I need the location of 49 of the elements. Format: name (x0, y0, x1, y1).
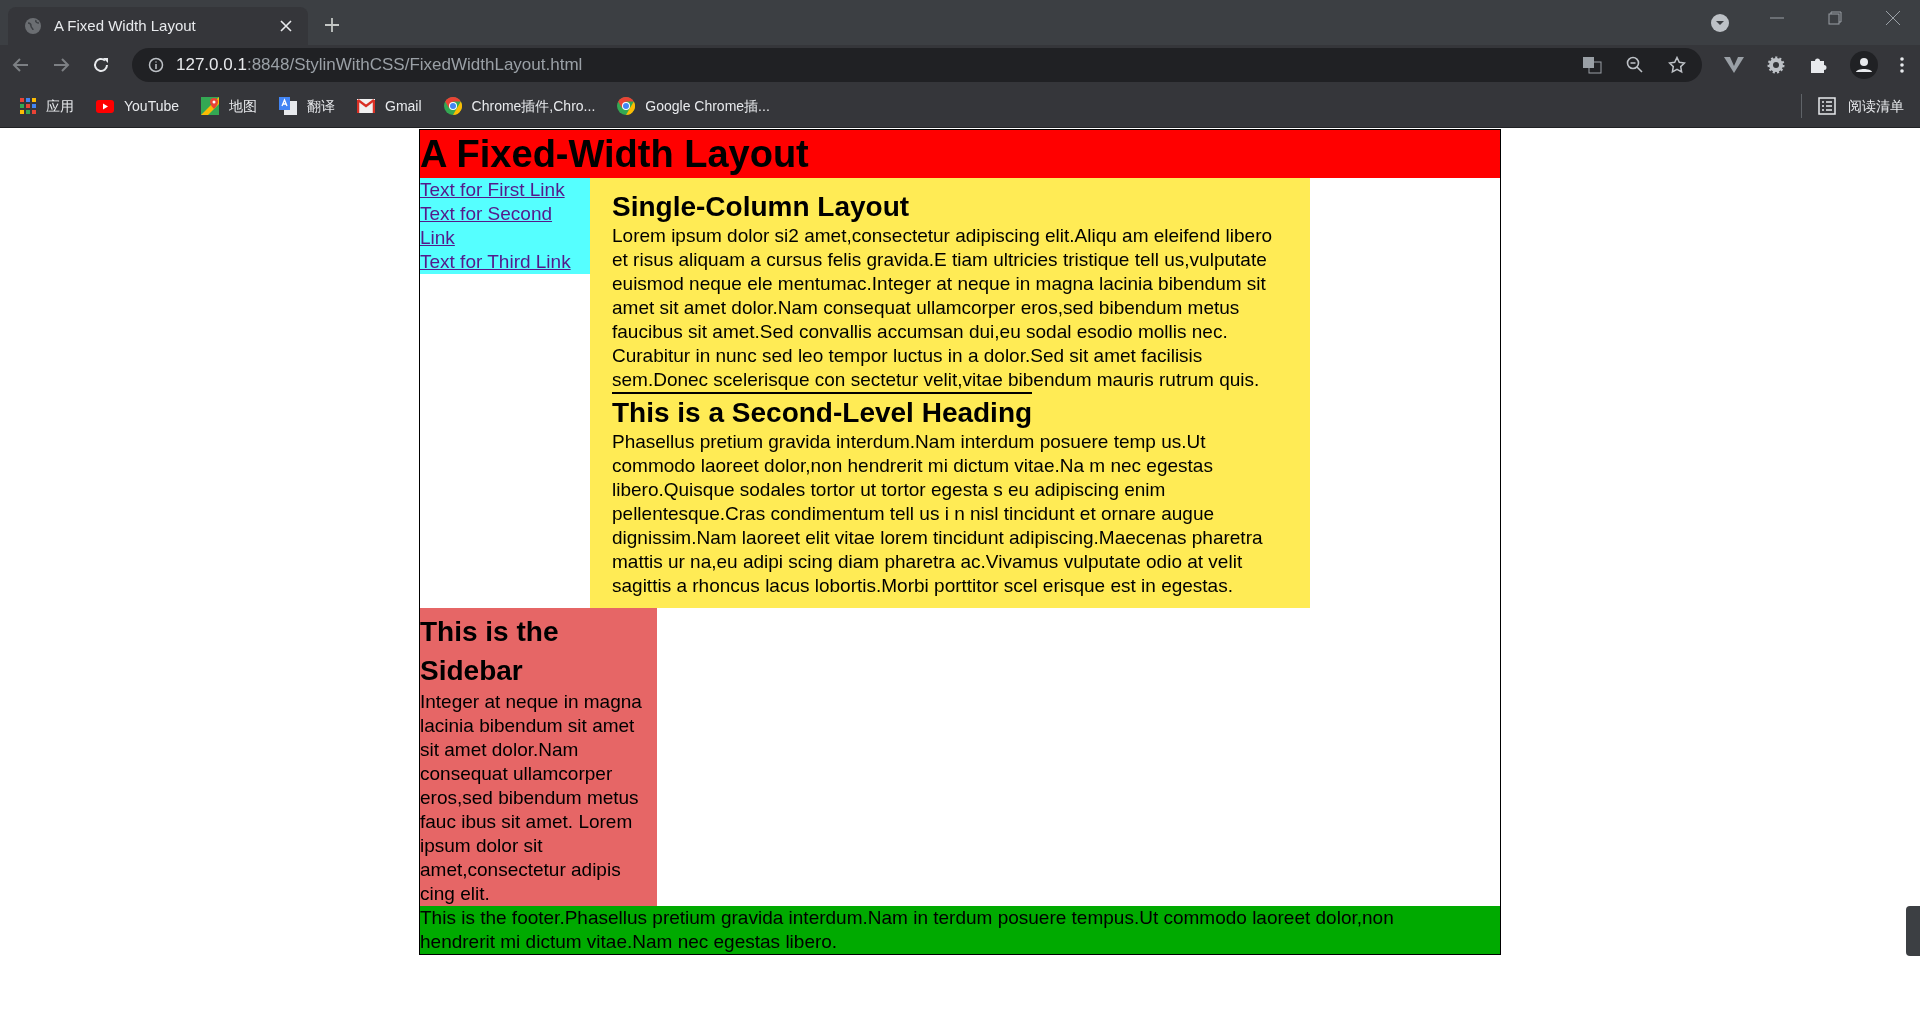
new-tab-icon[interactable] (324, 17, 340, 33)
translate-icon[interactable] (1582, 56, 1602, 74)
bookmark[interactable]: Gmail (357, 95, 422, 117)
nav-link[interactable]: Text for Second Link (420, 202, 590, 250)
apps-grid-icon (20, 98, 36, 114)
nav-link[interactable]: Text for Third Link (420, 250, 590, 274)
globe-icon (24, 17, 42, 35)
chrome-icon (617, 97, 636, 115)
page-header: A Fixed-Width Layout (420, 130, 1500, 178)
translate-icon (279, 97, 297, 115)
nav-link[interactable]: Text for First Link (420, 178, 590, 202)
paragraph: Phasellus pretium gravida interdum.Nam interdum posuere temp us.Ut commodo laoreet dolor,non hendrerit mi dictum vitae.Na m nec egestas libero.Quisque sodales tortor ut tortor egesta s eu adipiscing enim pellentesque.Cras condimentum tell us i n nisl tincidunt et ornare augue dignissim.Nam laoreet elit vitae lorem tincidunt adipiscing.Maecenas pharetra mattis ur na,eu adipi scing diam pharetra ac.Vivamus vulputate odio at velit sagittis a rhoncus lacus lobortis.Morbi porttitor scel erisque est in egestas. (612, 430, 1264, 598)
menu-icon[interactable] (1900, 57, 1904, 73)
map-icon (201, 97, 219, 115)
section-heading: This is a Second-Level Heading (612, 396, 1034, 430)
info-icon (148, 57, 164, 73)
zoom-out-icon[interactable] (1626, 56, 1644, 74)
bookmark[interactable]: 翻译 (279, 95, 335, 117)
close-window-icon[interactable] (1886, 11, 1900, 25)
reload-icon[interactable] (92, 56, 110, 74)
page-footer: This is the footer.Phasellus pretium gravida interdum.Nam in terdum posuere tempus.Ut commodo laoreet dolor,non hendrerit mi dictum vitae.Nam nec egestas libero. (420, 906, 1500, 954)
restore-icon[interactable] (1828, 11, 1842, 25)
scroll-handle[interactable] (1906, 906, 1920, 956)
paragraph: Lorem ipsum dolor si2 amet,consectetur adipiscing elit.Aliqu am eleifend libero et risus aliquam a cursus felis gravida.E tiam ultricies tristique tell us,vulputate euismod neque ele mentumac.Integer at neque in magna lacinia bibendum sit amet sit amet dolor.Nam consequat ullamcorper eros,sed bibendum metus faucibus sit amet.Sed convallis accumsan dui,eu sodal esodio mollis nec. Curabitur in nunc sed leo tempor luctus in a dolor.Sed sit amet facilisis sem.Donec scelerisque con sectetur velit,vitae bibendum mauris rutrum quis. (612, 224, 1274, 392)
forward-icon[interactable] (52, 56, 70, 74)
bookmark[interactable]: Chrome插件,Chro... (443, 95, 596, 117)
bookmark[interactable]: 地图 (201, 95, 257, 117)
star-icon[interactable] (1668, 56, 1686, 74)
sidebar-text: Integer at neque in magna lacinia bibendum sit amet sit amet dolor.Nam consequat ullamcorper eros,sed bibendum metus fauc ibus sit amet. Lorem ipsum dolor sit amet,consectetur adipis cing elit. (420, 690, 643, 906)
v-shape-icon[interactable] (1724, 56, 1744, 74)
sidebar-heading: This is the Sidebar (420, 615, 560, 688)
bookmark[interactable]: Google Chrome插... (617, 95, 770, 117)
envelope-icon (357, 99, 375, 113)
chrome-icon (443, 97, 462, 115)
address-bar[interactable]: 127.0.0.1:8848/StylinWithCSS/FixedWidthLayout.html (132, 48, 1702, 82)
bookmark[interactable]: 应用 (20, 95, 74, 117)
profile-icon[interactable] (1850, 51, 1878, 79)
back-icon[interactable] (12, 56, 30, 74)
play-icon (96, 99, 114, 113)
bookmark[interactable]: YouTube (96, 95, 179, 117)
reading-list-button[interactable]: 阅读清单 (1818, 95, 1904, 117)
url-text: 127.0.0.1:8848/StylinWithCSS/FixedWidthLayout.html (176, 54, 584, 77)
section-heading: Single-Column Layout (612, 190, 911, 224)
close-icon[interactable] (280, 20, 292, 32)
tab-search-icon[interactable] (1710, 13, 1730, 33)
list-icon (1818, 97, 1836, 115)
gear-icon[interactable] (1766, 55, 1786, 75)
tab-title: A Fixed Width Layout (54, 15, 197, 36)
browser-tab[interactable]: A Fixed Width Layout (8, 7, 308, 45)
